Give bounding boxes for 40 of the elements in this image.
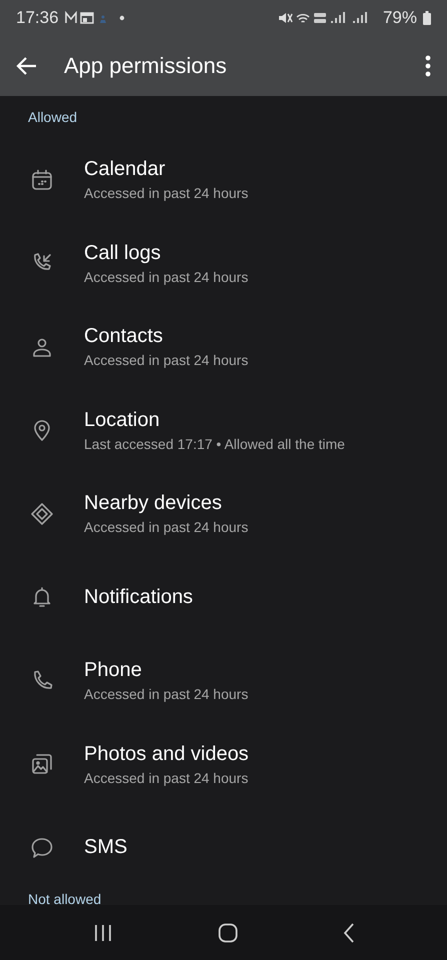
permission-item[interactable]: Contacts Accessed in past 24 hours bbox=[0, 305, 447, 388]
permission-item[interactable]: Calendar Accessed in past 24 hours bbox=[0, 138, 447, 222]
permission-title: Location bbox=[84, 408, 161, 432]
permission-subtitle: Accessed in past 24 hours bbox=[84, 268, 248, 285]
permission-title: Nearby devices bbox=[84, 492, 223, 516]
calendar-icon bbox=[30, 168, 54, 192]
permission-item[interactable]: SMS bbox=[0, 806, 447, 890]
battery-icon bbox=[423, 11, 431, 25]
permission-item[interactable]: Call logs Accessed in past 24 hours bbox=[0, 222, 447, 305]
diamond-icon bbox=[30, 502, 54, 526]
battery-percentage: 79% bbox=[382, 8, 417, 28]
back-chevron-icon bbox=[342, 922, 354, 942]
permission-item[interactable]: Notifications bbox=[0, 556, 447, 639]
page-title: App permissions bbox=[64, 53, 227, 79]
permission-item[interactable]: Location Last accessed 17:17 • Allowed all the time bbox=[0, 388, 447, 472]
permission-title: Photos and videos bbox=[84, 742, 249, 766]
permission-subtitle: Accessed in past 24 hours bbox=[84, 519, 248, 536]
section-header: Not allowed bbox=[27, 890, 102, 905]
permission-item[interactable]: Phone Accessed in past 24 hours bbox=[0, 639, 447, 722]
back-arrow-icon bbox=[16, 55, 38, 77]
permission-item[interactable]: Nearby devices Accessed in past 24 hours bbox=[0, 472, 447, 556]
permission-subtitle: Accessed in past 24 hours bbox=[84, 686, 248, 702]
permission-item[interactable]: Photos and videos Accessed in past 24 hours bbox=[0, 722, 447, 806]
permission-title: Notifications bbox=[84, 586, 193, 609]
permission-title: Call logs bbox=[84, 242, 162, 265]
recent-apps-icon bbox=[92, 924, 112, 942]
permission-title: SMS bbox=[84, 836, 128, 860]
permission-subtitle: Accessed in past 24 hours bbox=[84, 770, 249, 786]
chat-bubble-icon bbox=[30, 836, 54, 860]
permission-title: Phone bbox=[84, 659, 143, 682]
more-options-icon bbox=[425, 55, 431, 77]
status-time: 17:36 bbox=[16, 8, 59, 28]
permission-title: Calendar bbox=[84, 158, 166, 182]
permission-subtitle: Accessed in past 24 hours bbox=[84, 352, 248, 368]
permission-title: Contacts bbox=[84, 325, 164, 348]
permission-subtitle: Accessed in past 24 hours bbox=[84, 185, 248, 202]
permission-subtitle: Last accessed 17:17 • Allowed all the time bbox=[84, 436, 345, 452]
section-header: Allowed bbox=[27, 108, 78, 127]
images-icon bbox=[30, 752, 54, 776]
home-icon bbox=[218, 922, 238, 942]
